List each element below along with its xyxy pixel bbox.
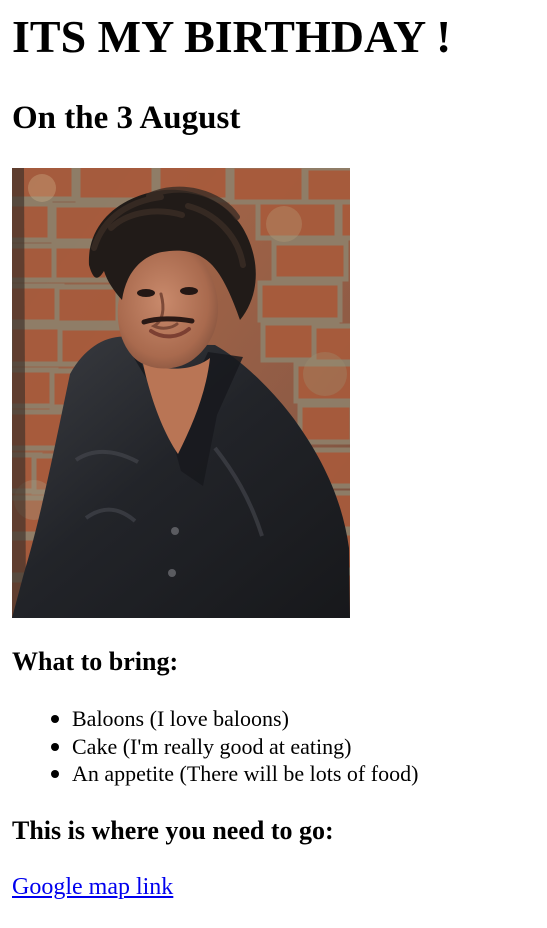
left-eye xyxy=(137,289,155,297)
portrait-image xyxy=(12,168,350,618)
list-item: Baloons (I love baloons) xyxy=(12,705,418,733)
bullet-icon xyxy=(51,715,59,723)
bring-list: Baloons (I love baloons) Cake (I'm reall… xyxy=(12,705,418,788)
birthday-page: ITS MY BIRTHDAY ! On the 3 August What t… xyxy=(0,0,547,928)
list-item-text: Cake (I'm really good at eating) xyxy=(72,733,352,759)
list-item: Cake (I'm really good at eating) xyxy=(12,733,418,761)
list-item-text: An appetite (There will be lots of food) xyxy=(72,761,419,786)
google-map-link[interactable]: Google map link xyxy=(12,872,173,902)
shirt-button xyxy=(168,569,176,577)
bullet-icon xyxy=(51,742,59,751)
page-subtitle: On the 3 August xyxy=(12,100,241,136)
list-item-text: Baloons (I love baloons) xyxy=(72,706,289,731)
birthday-photo xyxy=(12,168,350,618)
bullet-icon xyxy=(51,770,59,778)
shirt-button xyxy=(171,527,179,535)
left-shadow xyxy=(12,168,26,618)
directions-heading: This is where you need to go: xyxy=(12,816,334,845)
what-to-bring-heading: What to bring: xyxy=(12,647,179,676)
page-title: ITS MY BIRTHDAY ! xyxy=(12,11,452,62)
right-eye xyxy=(180,287,198,295)
list-item: An appetite (There will be lots of food) xyxy=(12,760,418,788)
